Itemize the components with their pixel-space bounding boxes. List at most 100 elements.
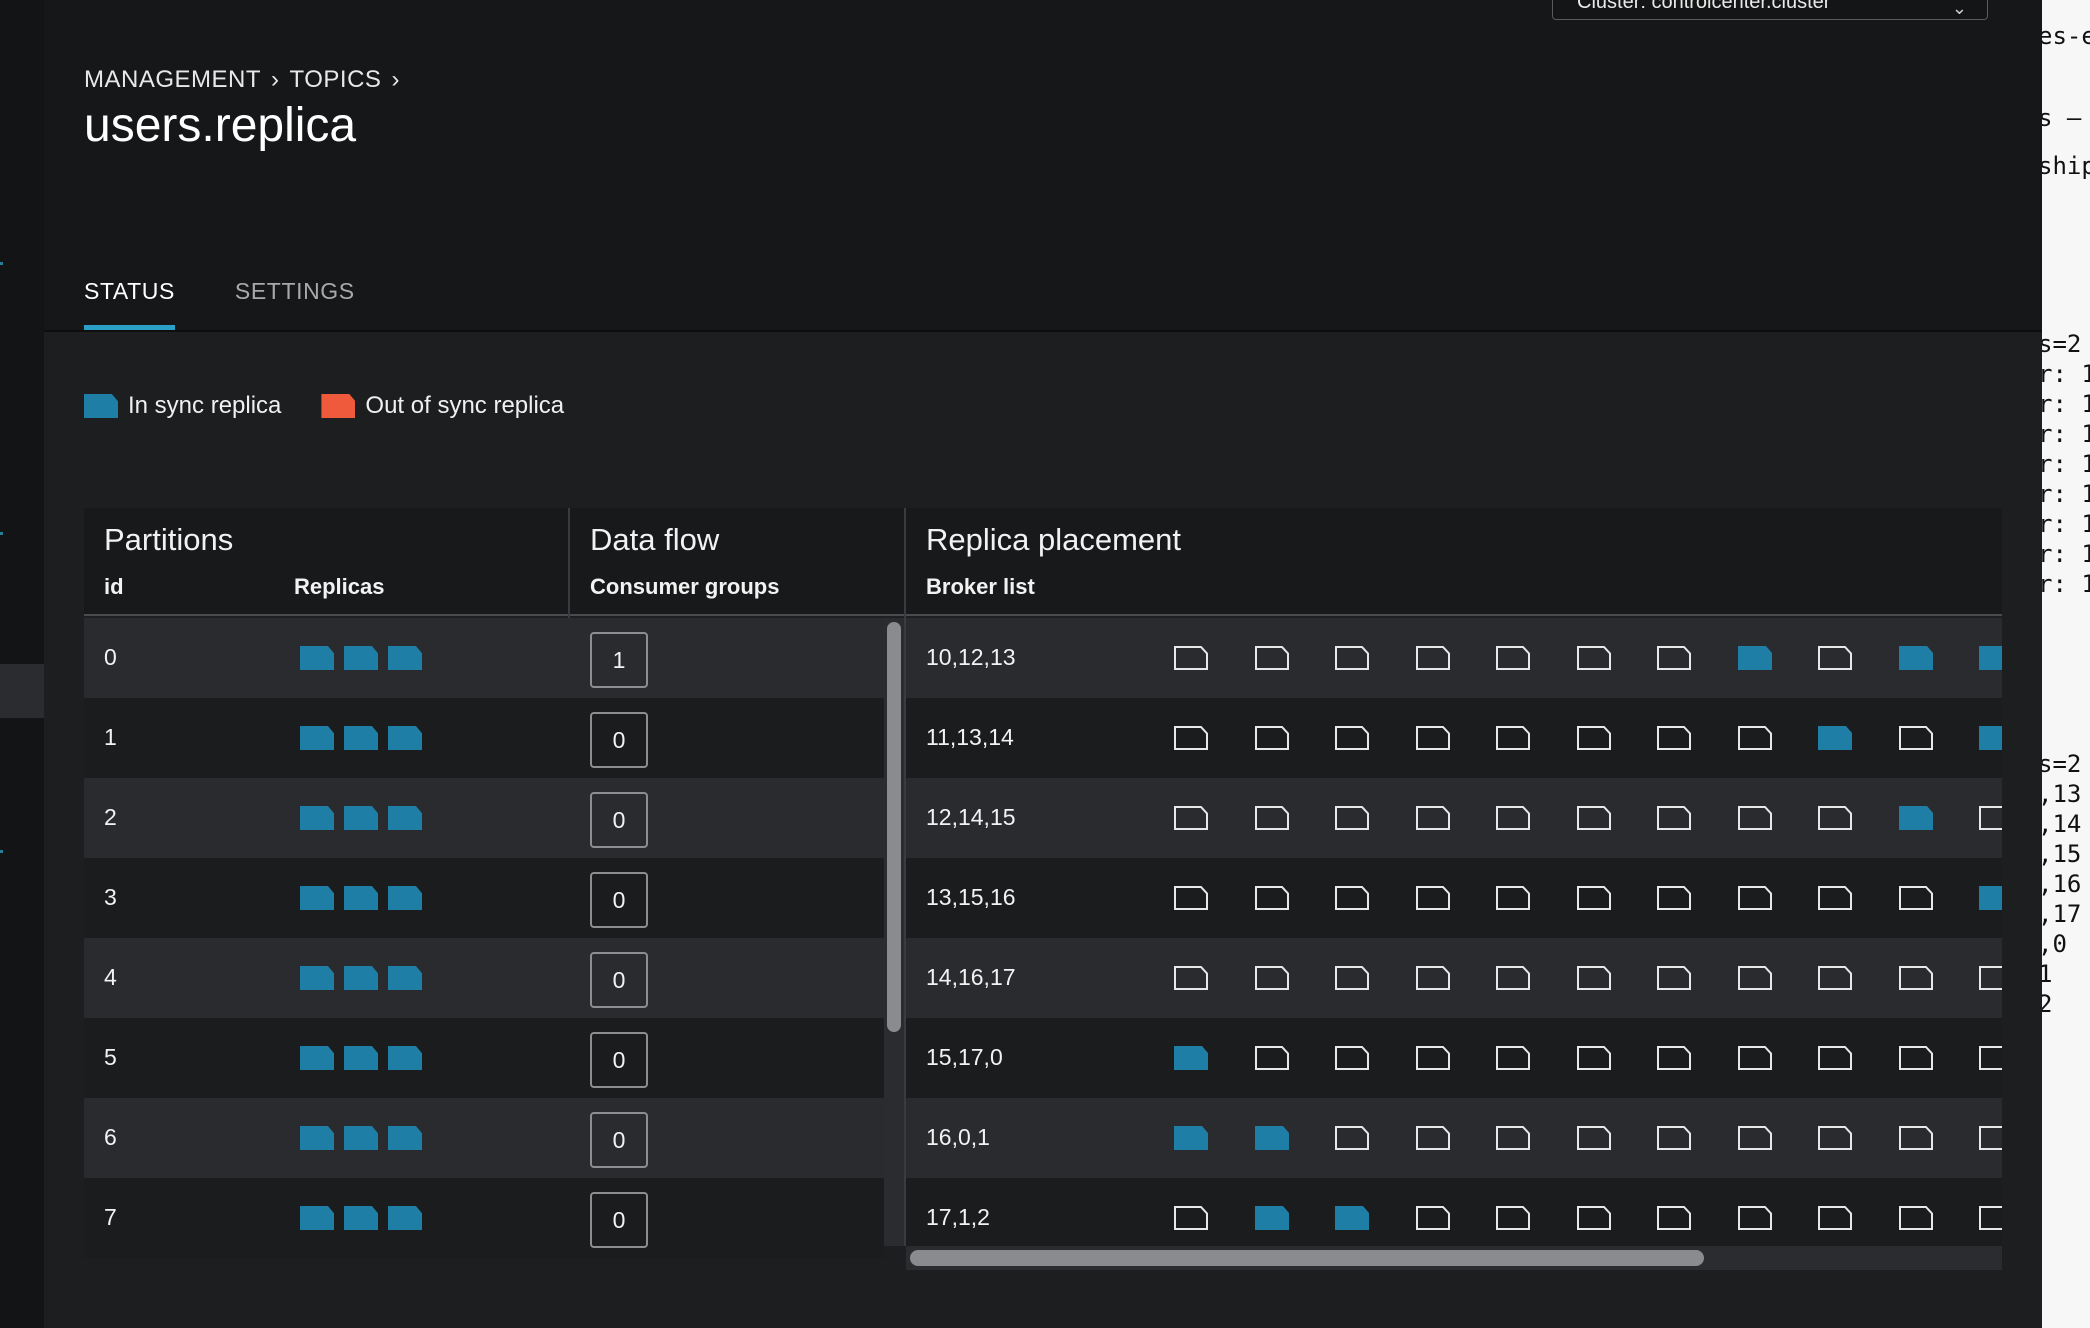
table-row[interactable]: 11,13,14	[906, 698, 2002, 778]
partition-id: 5	[104, 1044, 117, 1070]
in-sync-replica-icon	[388, 1126, 422, 1150]
in-sync-replica-icon	[300, 886, 334, 910]
terminal-line: r: 1	[2042, 540, 2090, 568]
broker-empty-slot-icon	[1979, 966, 2002, 990]
replica-icons	[300, 886, 422, 910]
table-row[interactable]: 15,17,0	[906, 1018, 2002, 1098]
consumer-groups-count[interactable]: 1	[590, 632, 648, 688]
breadcrumb-management[interactable]: MANAGEMENT	[84, 66, 261, 94]
in-sync-replica-icon	[300, 1046, 334, 1070]
consumer-groups-column-header[interactable]: Consumer groups	[590, 574, 779, 600]
replica-icons	[300, 646, 422, 670]
broker-empty-slot-icon	[1657, 966, 1691, 990]
consumer-groups-count[interactable]: 0	[590, 792, 648, 848]
table-row[interactable]: 20	[84, 778, 884, 858]
chevron-right-icon: ›	[391, 66, 400, 93]
broker-list: 10,12,13	[926, 644, 1016, 670]
consumer-groups-count[interactable]: 0	[590, 1192, 648, 1248]
out-of-sync-replica-icon	[321, 394, 356, 418]
replica-placement-group-title: Replica placement	[926, 522, 1182, 557]
broker-empty-slot-icon	[1818, 886, 1852, 910]
chevron-down-icon: ⌄	[1951, 0, 1967, 18]
broker-empty-slot-icon	[1737, 1126, 1772, 1150]
legend-in-sync: In sync replica	[84, 392, 281, 420]
terminal-line: ,17	[2042, 900, 2082, 928]
consumer-groups-count[interactable]: 0	[590, 952, 648, 1008]
horizontal-scrollbar-thumb[interactable]	[910, 1250, 1704, 1266]
replica-legend: In sync replica Out of sync replica	[84, 392, 564, 420]
table-row[interactable]: 60	[84, 1098, 884, 1178]
broker-empty-slot-icon	[1254, 966, 1289, 990]
consumer-groups-count[interactable]: 0	[590, 1032, 648, 1088]
broker-replica-icon	[1898, 646, 1933, 670]
broker-list: 11,13,14	[926, 724, 1014, 750]
broker-empty-slot-icon	[1818, 1206, 1852, 1230]
broker-empty-slot-icon	[1496, 1126, 1530, 1150]
broker-replica-icon	[1254, 1126, 1289, 1150]
table-row[interactable]: 16,0,1	[906, 1098, 2002, 1178]
table-row[interactable]: 50	[84, 1018, 884, 1098]
tab-settings[interactable]: SETTINGS	[235, 270, 355, 330]
replica-icons	[300, 726, 422, 750]
broker-empty-slot-icon	[1657, 1206, 1691, 1230]
left-nav-selected-item[interactable]	[0, 664, 44, 718]
broker-list-column-header[interactable]: Broker list	[926, 574, 1035, 600]
broker-empty-slot-icon	[1174, 646, 1208, 670]
broker-list: 15,17,0	[926, 1044, 1003, 1070]
left-nav-tick	[0, 532, 3, 535]
broker-empty-slot-icon	[1174, 726, 1208, 750]
broker-empty-slot-icon	[1657, 1126, 1691, 1150]
replicas-column-header[interactable]: Replicas	[294, 574, 385, 600]
terminal-line: r: 1	[2042, 450, 2090, 478]
consumer-groups-count[interactable]: 0	[590, 1112, 648, 1168]
terminal-line: r: 1	[2042, 570, 2090, 598]
broker-empty-slot-icon	[1174, 886, 1208, 910]
broker-empty-slot-icon	[1254, 726, 1289, 750]
consumer-groups-count[interactable]: 0	[590, 712, 648, 768]
broker-empty-slot-icon	[1254, 646, 1289, 670]
consumer-groups-count[interactable]: 0	[590, 872, 648, 928]
table-row[interactable]: 10,12,13	[906, 618, 2002, 698]
partition-id: 1	[104, 724, 117, 750]
terminal-line: ship	[2042, 152, 2090, 180]
broker-replica-icon	[1979, 646, 2002, 670]
broker-empty-slot-icon	[1979, 1206, 2002, 1230]
terminal-line: 2	[2042, 990, 2053, 1018]
broker-list: 16,0,1	[926, 1124, 990, 1150]
table-row[interactable]: 10	[84, 698, 884, 778]
table-row[interactable]: 14,16,17	[906, 938, 2002, 1018]
broker-empty-slot-icon	[1496, 1046, 1530, 1070]
broker-replica-icon	[1979, 886, 2002, 910]
broker-empty-slot-icon	[1335, 886, 1369, 910]
broker-replica-icon	[1818, 726, 1852, 750]
in-sync-replica-icon	[388, 886, 422, 910]
broker-list: 13,15,16	[926, 884, 1016, 910]
broker-empty-slot-icon	[1818, 806, 1852, 830]
legend-out-of-sync: Out of sync replica	[321, 392, 564, 420]
table-row[interactable]: 12,14,15	[906, 778, 2002, 858]
left-nav-strip	[0, 0, 45, 1328]
breadcrumb-topics[interactable]: TOPICS	[290, 66, 382, 94]
broker-empty-slot-icon	[1576, 1126, 1611, 1150]
vertical-scrollbar-thumb[interactable]	[887, 622, 901, 1032]
broker-empty-slot-icon	[1576, 646, 1611, 670]
terminal-line: s=2	[2042, 750, 2082, 778]
cluster-select[interactable]: Cluster: controlcenter.cluster ⌄	[1552, 0, 1988, 20]
id-column-header[interactable]: id	[104, 574, 124, 600]
terminal-line: es-e	[2042, 22, 2090, 50]
legend-out-of-sync-label: Out of sync replica	[365, 392, 565, 419]
table-row[interactable]: 70	[84, 1178, 884, 1258]
broker-empty-slot-icon	[1657, 1046, 1691, 1070]
table-row[interactable]: 13,15,16	[906, 858, 2002, 938]
replica-icons	[300, 966, 422, 990]
in-sync-replica-icon	[344, 1206, 378, 1230]
broker-empty-slot-icon	[1496, 1206, 1530, 1230]
table-row[interactable]: 30	[84, 858, 884, 938]
broker-empty-slot-icon	[1174, 966, 1208, 990]
broker-empty-slot-icon	[1254, 886, 1289, 910]
table-row[interactable]: 01	[84, 618, 884, 698]
broker-empty-slot-icon	[1898, 1126, 1933, 1150]
tab-status[interactable]: STATUS	[84, 270, 175, 330]
table-row[interactable]: 40	[84, 938, 884, 1018]
broker-empty-slot-icon	[1657, 806, 1691, 830]
